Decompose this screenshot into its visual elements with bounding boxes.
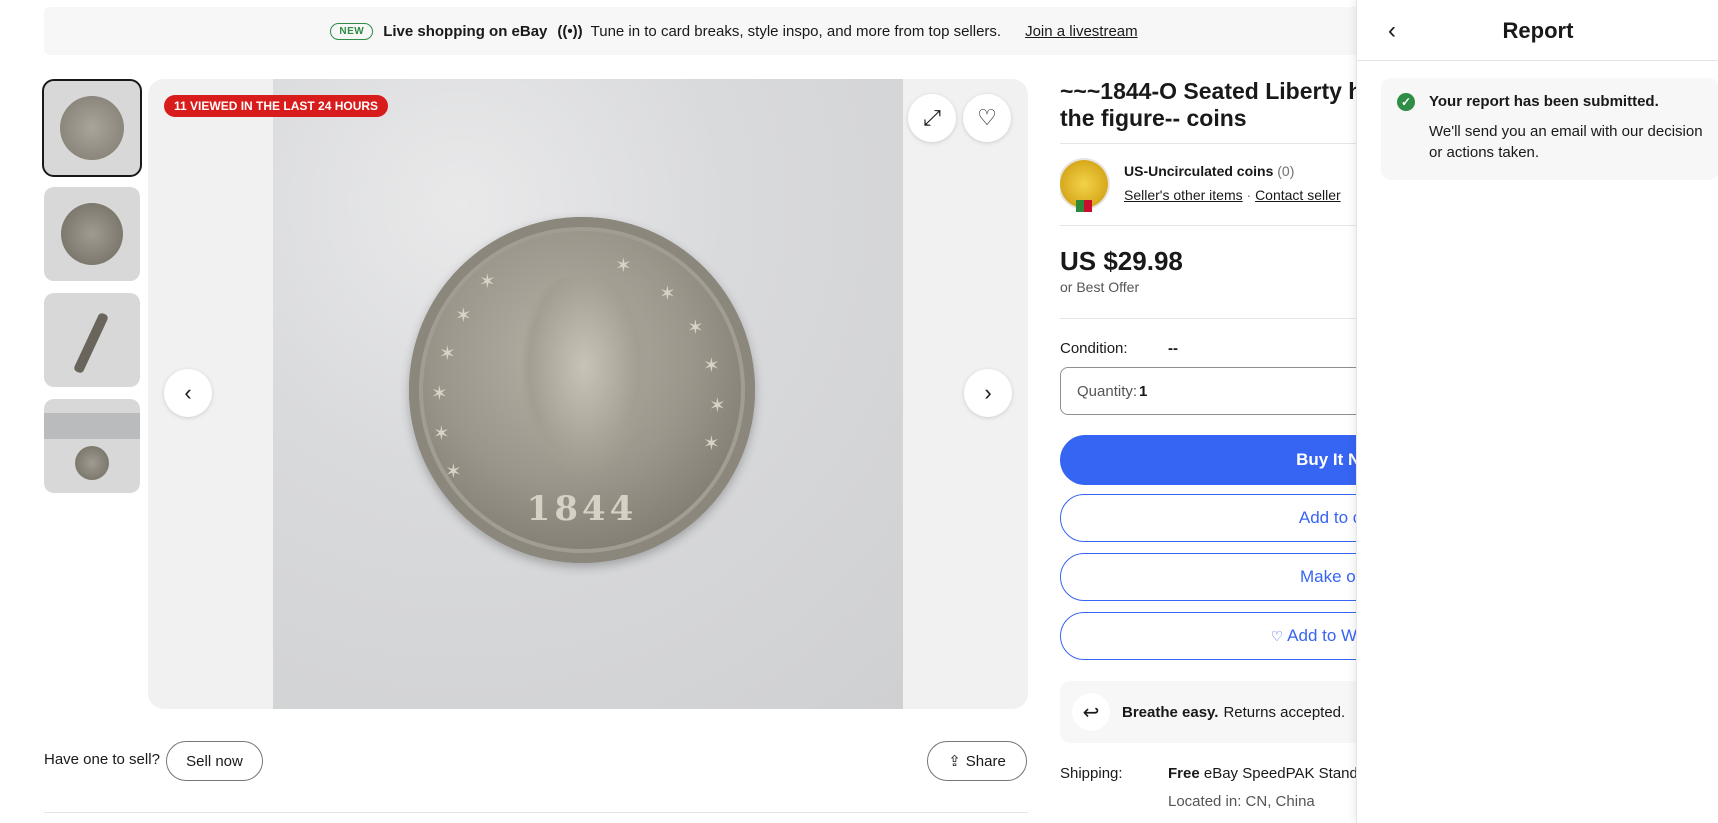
make-offer-button[interactable]: Make offer [1060, 553, 1360, 601]
link-separator: · [1246, 187, 1252, 203]
main-product-image[interactable]: ✶ ✶ ✶ ✶ ✶ ✶ ✶ ✶ ✶ ✶ ✶ ✶ 1844 [273, 79, 903, 709]
add-to-watchlist-label: Add to Watchlist [1287, 626, 1360, 645]
shipping-method: eBay SpeedPAK Standard [1203, 765, 1360, 782]
chevron-left-icon: ‹ [184, 380, 192, 405]
heart-icon: ♡ [1270, 627, 1284, 644]
thumbnail-2[interactable] [44, 187, 140, 281]
best-offer-label: or Best Offer [1060, 279, 1140, 295]
quantity-label: Quantity: [1077, 382, 1138, 400]
coin-caliper-thumbnail [75, 446, 109, 480]
add-to-watchlist-button[interactable]: ♡ Add to Watchlist [1060, 612, 1360, 660]
notice-text: We'll send you an email with our decisio… [1429, 123, 1703, 161]
seller-feedback-count: (0) [1277, 163, 1295, 179]
share-icon: ⇪ [948, 753, 961, 770]
shipping-free: Free [1168, 765, 1200, 782]
contact-seller-link[interactable]: Contact seller [1255, 187, 1341, 203]
coin-edge-thumbnail-image [72, 311, 110, 375]
returns-info: ↩ Breathe easy. Returns accepted. [1060, 681, 1360, 743]
new-badge: NEW [330, 22, 374, 40]
sell-now-button[interactable]: Sell now [166, 741, 263, 781]
returns-text: Returns accepted. [1223, 703, 1346, 721]
broadcast-icon: ((•)) [557, 22, 583, 40]
previous-image-button[interactable]: ‹ [164, 369, 212, 417]
next-image-button[interactable]: › [964, 369, 1012, 417]
expand-icon: ⤢ [923, 105, 941, 130]
share-button[interactable]: ⇪ Share [927, 741, 1027, 781]
caliper-thumbnail-image [44, 413, 140, 439]
seller-badge-icon [1060, 160, 1108, 212]
buy-it-now-button[interactable]: Buy It Now [1060, 435, 1360, 485]
check-icon: ✓ [1397, 93, 1415, 111]
quantity-value: 1 [1139, 382, 1148, 400]
banner-title: Live shopping on eBay [383, 22, 548, 40]
item-price: US $29.98 [1060, 246, 1183, 276]
divider [44, 812, 1028, 813]
condition-label: Condition: [1060, 340, 1128, 357]
item-details-column: ~~~1844-O Seated Liberty half the figure… [1060, 0, 1360, 823]
shipping-label: Shipping: [1060, 765, 1123, 782]
image-viewer: ✶ ✶ ✶ ✶ ✶ ✶ ✶ ✶ ✶ ✶ ✶ ✶ 1844 11 VIEWED I… [148, 79, 1028, 709]
item-title: ~~~1844-O Seated Liberty half the figure… [1060, 78, 1360, 131]
viewed-count-tag: 11 VIEWED IN THE LAST 24 HOURS [164, 95, 389, 117]
return-arrow-icon: ↩ [1072, 693, 1110, 731]
banner-text: Tune in to card breaks, style inspo, and… [590, 22, 1002, 40]
have-one-to-sell-label: Have one to sell? [44, 751, 160, 768]
thumbnail-1[interactable] [42, 79, 142, 177]
item-location: Located in: CN, China [1168, 793, 1315, 810]
expand-button[interactable]: ⤢ [908, 94, 956, 142]
add-to-cart-button[interactable]: Add to cart [1060, 494, 1360, 542]
separator [1060, 318, 1360, 319]
returns-bold: Breathe easy. [1122, 703, 1219, 721]
coin-reverse-thumbnail-image [61, 203, 123, 265]
condition-value: -- [1168, 340, 1178, 357]
report-panel: ‹ Report ✓ Your report has been submitte… [1356, 0, 1718, 823]
coin-date: 1844 [526, 489, 638, 529]
seated-liberty-coin: ✶ ✶ ✶ ✶ ✶ ✶ ✶ ✶ ✶ ✶ ✶ ✶ 1844 [409, 217, 755, 563]
share-label: Share [965, 752, 1006, 770]
report-title: Report [1502, 18, 1574, 43]
notice-title: Your report has been submitted. [1429, 93, 1659, 110]
heart-icon: ♡ [977, 105, 997, 130]
thumbnail-3[interactable] [44, 293, 140, 387]
report-confirmation-notice: ✓ Your report has been submitted. We'll … [1381, 78, 1718, 180]
separator [1060, 225, 1360, 226]
seller-links: Seller's other items · Contact seller [1124, 187, 1341, 203]
shipping-value: Free eBay SpeedPAK Standard [1168, 765, 1360, 782]
seller-other-items-link[interactable]: Seller's other items [1124, 187, 1243, 203]
coin-thumbnail-image [60, 96, 124, 160]
report-panel-header: ‹ Report [1357, 0, 1718, 61]
seller-name-text: US-Uncirculated coins [1124, 163, 1274, 179]
seller-name[interactable]: US-Uncirculated coins (0) [1124, 163, 1294, 179]
separator [1060, 143, 1360, 144]
quantity-field[interactable]: Quantity: 1 [1060, 367, 1360, 415]
chevron-right-icon: › [984, 380, 992, 405]
watchlist-heart-button[interactable]: ♡ [963, 94, 1011, 142]
thumbnail-4[interactable] [44, 399, 140, 493]
